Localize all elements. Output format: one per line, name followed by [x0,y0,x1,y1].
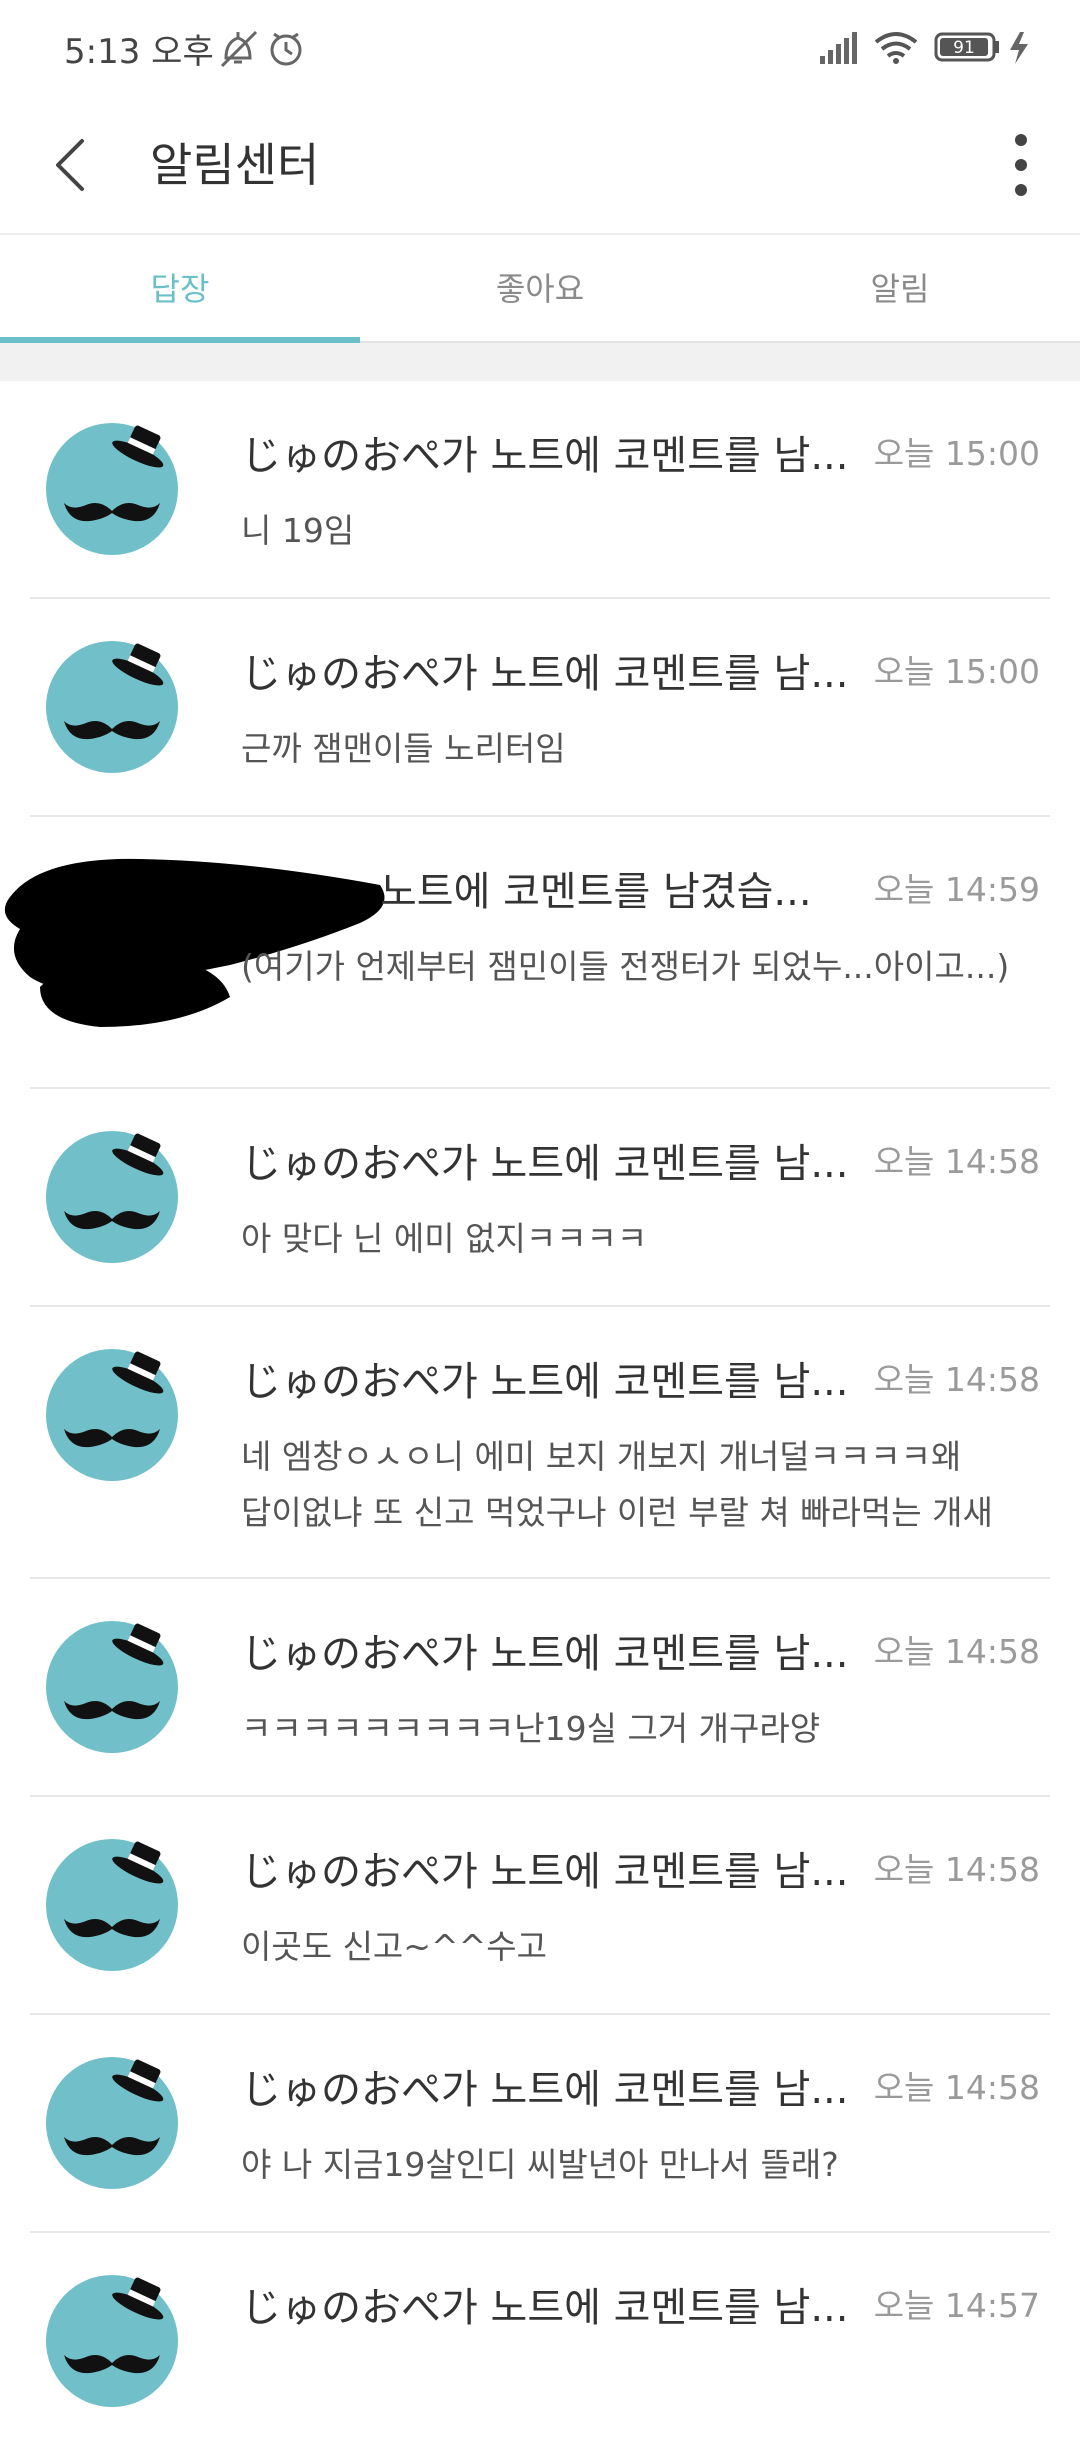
more-button[interactable] [980,120,1050,210]
notification-title: じゅのおぺ가 노트에 코멘트를 남... [241,651,849,697]
list-item[interactable]: じゅのおぺ가 노트에 코멘트를 남... 오늘 14:58 야 나 지금19살인… [0,2015,1080,2233]
notification-time: 오늘 14:57 [873,2286,1040,2325]
notification-time: 오늘 15:00 [873,652,1040,691]
tab-likes[interactable]: 좋아요 [360,233,720,341]
battery-icon: 91 [934,32,999,62]
signal-icon [820,32,857,64]
avatar-mustache-icon[interactable] [46,1839,178,1971]
notification-time: 오늘 14:58 [873,1360,1040,1399]
notification-body: (여기가 언제부터 잼민이들 전쟁터가 되었누...아이고...) [241,947,1010,986]
notification-body: 이곳도 신고~^^수고 [241,1927,547,1966]
app-bar: 알림센터 [0,95,1080,235]
chevron-left-icon [56,139,84,191]
list-item[interactable]: じゅのおぺ가 노트에 코멘트를 남... 오늘 14:58 아 맞다 닌 에미 … [0,1089,1080,1307]
tab-bar: 답장 좋아요 알림 [0,233,1080,343]
notification-body: 근까 잼맨이들 노리터임 [241,729,566,768]
notification-time: 오늘 15:00 [873,434,1040,473]
notification-time: 오늘 14:58 [873,1142,1040,1181]
list-item[interactable]: 노트에 코멘트를 남겼습... 오늘 14:59 (여기가 언제부터 잼민이들 … [0,817,1080,1089]
list-item[interactable]: じゅのおぺ가 노트에 코멘트를 남... 오늘 14:58 네 엠창ㅇㅅㅇ니 에… [0,1307,1080,1579]
back-button[interactable] [44,125,114,205]
avatar-mustache-icon[interactable] [46,641,178,773]
avatar-mustache-icon[interactable] [46,1131,178,1263]
notification-title: じゅのおぺ가 노트에 코멘트를 남... [241,2067,849,2113]
avatar-mustache-icon[interactable] [46,2057,178,2189]
notification-title: じゅのおぺ가 노트에 코멘트를 남... [241,2285,849,2331]
tab-label: 답장 [150,270,210,308]
svg-text:91: 91 [953,38,975,58]
notification-list: じゅのおぺ가 노트에 코멘트를 남... 오늘 15:00 니 19임 じゅのお… [0,381,1080,2451]
notification-title: じゅのおぺ가 노트에 코멘트를 남... [241,1141,849,1187]
avatar-mustache-icon[interactable] [46,1621,178,1753]
charging-icon [1010,32,1028,64]
status-bar: 5:13 오후 91 [0,0,1080,95]
notification-body: 아 맞다 닌 에미 없지ㅋㅋㅋㅋ [241,1219,648,1258]
tab-label: 좋아요 [495,270,585,308]
notification-title: じゅのおぺ가 노트에 코멘트를 남... [241,433,849,479]
list-spacer [0,343,1080,381]
notification-title: 노트에 코멘트를 남겼습... [380,869,812,915]
tab-replies[interactable]: 답장 [0,233,360,343]
notification-body: 네 엠창ㅇㅅㅇ니 에미 보지 개보지 개너덜ㅋㅋㅋㅋ왜 답이없냐 또 신고 먹었… [241,1429,1051,1541]
notification-time: 오늘 14:58 [873,2068,1040,2107]
tab-alerts[interactable]: 알림 [720,233,1080,341]
notification-body: ㅋㅋㅋㅋㅋㅋㅋㅋㅋ난19실 그거 개구라양 [241,1709,821,1748]
notification-time: 오늘 14:58 [873,1632,1040,1671]
status-time: 5:13 오후 [64,32,214,72]
more-vertical-icon [1015,134,1027,196]
notification-body: 야 나 지금19살인디 씨발년아 만나서 뜰래? [241,2145,839,2184]
notification-title: じゅのおぺ가 노트에 코멘트를 남... [241,1631,849,1677]
list-item[interactable]: じゅのおぺ가 노트에 코멘트를 남... 오늘 15:00 니 19임 [0,381,1080,599]
list-item[interactable]: じゅのおぺ가 노트에 코멘트를 남... 오늘 15:00 근까 잼맨이들 노리… [0,599,1080,817]
wifi-icon [874,32,918,64]
notification-time: 오늘 14:59 [873,870,1040,909]
page-title: 알림센터 [150,138,320,192]
notification-body-line: 네 엠창ㅇㅅㅇ니 에미 보지 개보지 개너덜ㅋㅋㅋㅋ왜 [241,1437,962,1476]
bell-off-icon [220,30,258,68]
alarm-clock-icon [270,32,302,66]
redaction-scribble [4,858,385,1027]
notification-body-line: 답이없냐 또 신고 먹었구나 이런 부랄 쳐 빠라먹는 개새 [241,1493,993,1532]
status-right: 91 [820,28,1050,68]
notification-title: じゅのおぺ가 노트에 코멘트를 남... [241,1359,849,1405]
list-item[interactable]: じゅのおぺ가 노트에 코멘트를 남... 오늘 14:58 ㅋㅋㅋㅋㅋㅋㅋㅋㅋ난… [0,1579,1080,1797]
tab-label: 알림 [870,270,930,308]
notification-title: じゅのおぺ가 노트에 코멘트를 남... [241,1849,849,1895]
avatar-mustache-icon[interactable] [46,2275,178,2407]
avatar-mustache-icon[interactable] [46,1349,178,1481]
notification-time: 오늘 14:58 [873,1850,1040,1889]
list-item[interactable]: じゅのおぺ가 노트에 코멘트를 남... 오늘 14:57 [0,2233,1080,2451]
status-left-icons [218,28,328,76]
list-item[interactable]: じゅのおぺ가 노트에 코멘트를 남... 오늘 14:58 이곳도 신고~^^수… [0,1797,1080,2015]
avatar-mustache-icon[interactable] [46,423,178,555]
notification-body: 니 19임 [241,511,355,550]
